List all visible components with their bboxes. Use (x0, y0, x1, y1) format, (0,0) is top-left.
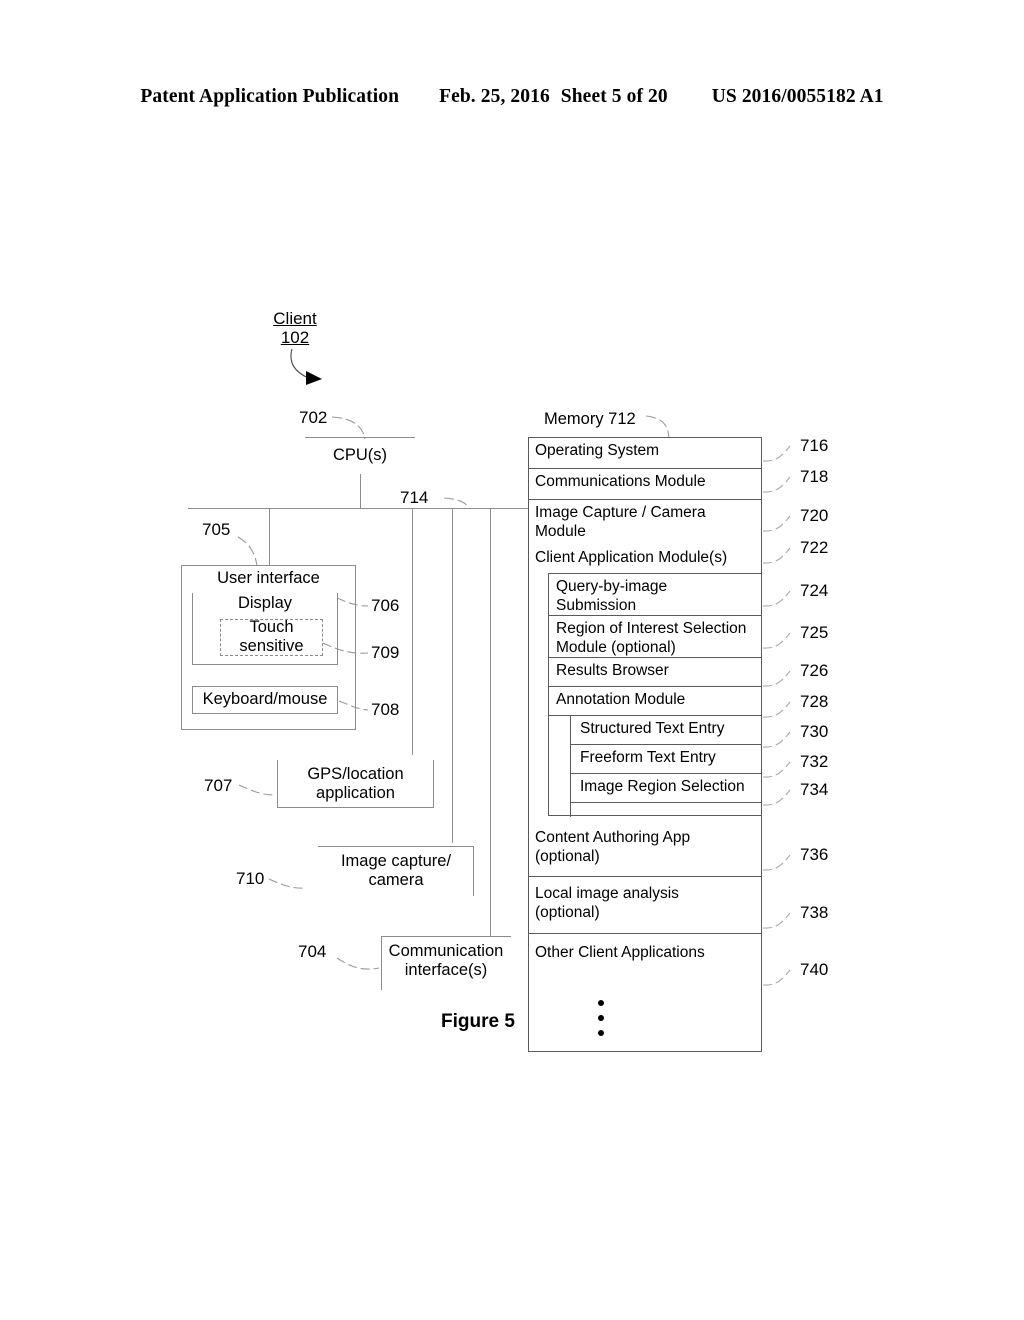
memory-row-structured-text-entry: Structured Text Entry (571, 716, 761, 745)
memory-row-label: Query-by-image Submission (556, 578, 668, 614)
system-bus-714 (188, 508, 528, 509)
display-box-bottom (192, 664, 338, 665)
keyboard-mouse-label: Keyboard/mouse (202, 690, 328, 708)
memory-row-label: Image Capture / Camera Module (535, 504, 706, 540)
comm-box-top (381, 936, 511, 937)
memory-row-label: Annotation Module (556, 691, 686, 708)
memory-row-annotation-module: Annotation Module (549, 687, 761, 716)
ref-706: 706 (371, 596, 400, 615)
memory-row-region-of-interest-selection: Region of Interest Selection Module (opt… (549, 616, 761, 658)
memory-row-image-capture-module: Image Capture / Camera Module (529, 500, 761, 545)
ref-730: 730 (800, 722, 829, 741)
memory-row-local-image-analysis: Local image analysis (optional) (529, 877, 761, 934)
client-callout-ref: 102 (280, 328, 310, 347)
memory-row-label: Communications Module (535, 473, 706, 490)
ref-724: 724 (800, 581, 829, 600)
ref-716: 716 (800, 436, 829, 455)
memory-row-content-authoring-app: Content Authoring App (optional) (529, 820, 761, 877)
page-header: Patent Application Publication Feb. 25, 2… (0, 86, 1024, 108)
memory-row-results-browser: Results Browser (549, 658, 761, 687)
memory-row-label: Freeform Text Entry (580, 749, 716, 766)
memory-row-label: Operating System (535, 442, 660, 459)
ref-707: 707 (204, 776, 233, 795)
memory-row-label: Client Application Module(s) (535, 549, 728, 566)
client-application-modules-group: Query-by-image Submission Region of Inte… (548, 573, 761, 817)
ref-718: 718 (800, 467, 829, 486)
memory-row-label: Image Region Selection (580, 778, 745, 795)
vertical-ellipsis (596, 1000, 606, 1045)
memory-row-other-client-applications: Other Client Applications (529, 934, 761, 1051)
figure-caption: Figure 5 (441, 1011, 515, 1032)
ref-704: 704 (298, 942, 327, 961)
client-callout-title: Client (273, 309, 317, 328)
cpu-label: CPU(s) (332, 446, 388, 464)
memory-row-freeform-text-entry: Freeform Text Entry (571, 745, 761, 774)
memory-row-image-region-selection: Image Region Selection (571, 774, 761, 803)
client-callout: Client 102 (252, 309, 338, 347)
image-capture-label: Image capture/ camera (340, 852, 452, 889)
ref-726: 726 (800, 661, 829, 680)
memory-label: Memory 712 (544, 410, 636, 428)
memory-row-query-by-image-submission: Query-by-image Submission (549, 574, 761, 616)
memory-row-label: Content Authoring App (optional) (535, 829, 691, 865)
memory-panel: Operating System Communications Module I… (528, 437, 762, 1052)
annotation-module-group: Structured Text Entry Freeform Text Entr… (570, 716, 761, 817)
ref-710: 710 (236, 869, 265, 888)
memory-row-label: Results Browser (556, 662, 669, 679)
memory-row-label: Local image analysis (optional) (535, 885, 679, 921)
ref-714: 714 (400, 488, 429, 507)
memory-row-operating-system: Operating System (529, 438, 761, 469)
header-patent-number: US 2016/0055182 A1 (711, 86, 884, 107)
memory-row-communications-module: Communications Module (529, 469, 761, 500)
ref-738: 738 (800, 903, 829, 922)
header-date: Feb. 25, 2016 (439, 86, 550, 107)
ref-736: 736 (800, 845, 829, 864)
user-interface-label: User interface (217, 569, 320, 587)
ref-709: 709 (371, 643, 400, 662)
gps-location-label: GPS/location application (307, 765, 404, 802)
ref-722: 722 (800, 538, 829, 557)
header-sheet: Sheet 5 of 20 (560, 86, 668, 107)
display-label: Display (237, 594, 293, 612)
bus-drop-comm (490, 508, 491, 936)
bus-drop-camera (452, 508, 453, 843)
ref-732: 732 (800, 752, 829, 771)
cpu-bus-stem (360, 474, 361, 509)
ref-728: 728 (800, 692, 829, 711)
cpu-box-top (305, 437, 415, 438)
header-publication: Patent Application Publication (140, 86, 400, 107)
memory-row-label: Region of Interest Selection Module (opt… (556, 620, 747, 656)
ref-705: 705 (202, 520, 231, 539)
camera-box-top (318, 846, 474, 847)
bus-drop-ui (269, 508, 270, 565)
memory-row-label: Other Client Applications (535, 944, 705, 961)
ref-720: 720 (800, 506, 829, 525)
memory-row-label: Structured Text Entry (580, 720, 725, 737)
ref-725: 725 (800, 623, 829, 642)
comm-interface-label: Communication interface(s) (388, 942, 504, 979)
ref-702: 702 (299, 408, 328, 427)
ref-708: 708 (371, 700, 400, 719)
touch-sensitive-label: Touch sensitive (239, 618, 304, 655)
leader-lines-overlay (237, 348, 791, 986)
memory-row-client-application-modules: Client Application Module(s) (529, 545, 761, 573)
ref-740: 740 (800, 960, 829, 979)
bus-drop-gps (412, 508, 413, 755)
ref-734: 734 (800, 780, 829, 799)
